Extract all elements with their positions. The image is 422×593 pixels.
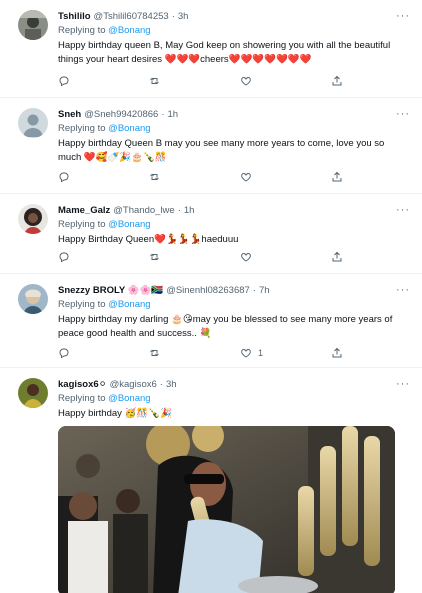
display-name[interactable]: Sneh: [58, 108, 81, 121]
replying-to: Replying to @Bonang: [58, 122, 410, 135]
more-options-icon[interactable]: ···: [396, 378, 410, 390]
reply-tweet[interactable]: kagisox6⚪ @kagisox6 · 3h ··· Replying to…: [0, 368, 422, 593]
reply-icon[interactable]: [58, 170, 70, 184]
replying-label: Replying to: [58, 219, 106, 230]
replying-label: Replying to: [58, 25, 106, 36]
more-options-icon[interactable]: ···: [396, 10, 410, 22]
timestamp[interactable]: 1h: [168, 108, 179, 121]
action-bar: 1: [58, 346, 358, 360]
replying-label: Replying to: [58, 123, 106, 134]
reply-tweet[interactable]: Tshililo @Tshilil60784253 · 3h ··· Reply…: [0, 0, 422, 98]
share-icon[interactable]: [331, 74, 343, 88]
user-handle[interactable]: @kagisox6: [110, 378, 157, 391]
reply-tweet[interactable]: Sneh @Sneh99420866 · 1h ··· Replying to …: [0, 98, 422, 194]
display-name[interactable]: kagisox6⚪: [58, 378, 107, 391]
separator-dot: ·: [252, 285, 256, 296]
share-icon[interactable]: [331, 250, 343, 264]
timestamp[interactable]: 1h: [184, 204, 195, 217]
tweet-text: Happy birthday my darling 🎂😘may you be b…: [58, 314, 393, 339]
like-icon[interactable]: 1: [240, 346, 263, 360]
tweet-text: Happy birthday 🥳🎊🍾🎉: [58, 408, 172, 419]
retweet-icon[interactable]: [149, 170, 161, 184]
mention-link[interactable]: @Bonang: [108, 25, 150, 36]
mention-link[interactable]: @Bonang: [108, 299, 150, 310]
separator-dot: ·: [177, 205, 181, 216]
reply-icon[interactable]: [58, 74, 70, 88]
tweet-media-image[interactable]: [58, 426, 395, 593]
display-name[interactable]: Tshililo: [58, 10, 91, 23]
timestamp[interactable]: 7h: [259, 284, 270, 297]
avatar[interactable]: [18, 108, 48, 138]
separator-dot: ·: [159, 379, 163, 390]
tweet-text: Happy birthday Queen B may you see many …: [58, 138, 385, 163]
reply-timeline: Tshililo @Tshilil60784253 · 3h ··· Reply…: [0, 0, 422, 593]
tweet-text: Happy Birthday Queen❤️💃💃💃haeduuu: [58, 234, 239, 245]
user-handle[interactable]: @Sneh99420866: [84, 108, 158, 121]
replying-to: Replying to @Bonang: [58, 298, 410, 311]
like-count: 1: [258, 348, 264, 358]
mention-link[interactable]: @Bonang: [108, 123, 150, 134]
reply-tweet[interactable]: Mame_Galz @Thando_lwe · 1h ··· Replying …: [0, 194, 422, 274]
avatar[interactable]: [18, 10, 48, 40]
action-bar: [58, 170, 358, 184]
mention-link[interactable]: @Bonang: [108, 219, 150, 230]
user-handle[interactable]: @Sinenhl08263687: [166, 284, 250, 297]
replying-to: Replying to @Bonang: [58, 218, 410, 231]
replying-label: Replying to: [58, 393, 106, 404]
more-options-icon[interactable]: ···: [396, 284, 410, 296]
display-name[interactable]: Snezzy BROLY 🌸🌸🇿🇦: [58, 284, 163, 297]
retweet-icon[interactable]: [149, 74, 161, 88]
like-icon[interactable]: [240, 250, 258, 264]
action-bar: [58, 74, 358, 88]
reply-icon[interactable]: [58, 346, 70, 360]
share-icon[interactable]: [331, 346, 343, 360]
action-bar: [58, 250, 358, 264]
retweet-icon[interactable]: [149, 250, 161, 264]
like-icon[interactable]: [240, 74, 258, 88]
replying-label: Replying to: [58, 299, 106, 310]
replying-to: Replying to @Bonang: [58, 24, 410, 37]
separator-dot: ·: [171, 11, 175, 22]
like-icon[interactable]: [240, 170, 258, 184]
reply-icon[interactable]: [58, 250, 70, 264]
reply-tweet[interactable]: Snezzy BROLY 🌸🌸🇿🇦 @Sinenhl08263687 · 7h …: [0, 274, 422, 368]
avatar[interactable]: [18, 284, 48, 314]
user-handle[interactable]: @Tshilil60784253: [94, 10, 169, 23]
separator-dot: ·: [161, 109, 165, 120]
retweet-icon[interactable]: [149, 346, 161, 360]
replying-to: Replying to @Bonang: [58, 392, 410, 405]
share-icon[interactable]: [331, 170, 343, 184]
avatar[interactable]: [18, 204, 48, 234]
tweet-text: Happy birthday queen B, May God keep on …: [58, 40, 391, 65]
more-options-icon[interactable]: ···: [396, 204, 410, 216]
user-handle[interactable]: @Thando_lwe: [113, 204, 174, 217]
avatar[interactable]: [18, 378, 48, 408]
mention-link[interactable]: @Bonang: [108, 393, 150, 404]
display-name[interactable]: Mame_Galz: [58, 204, 110, 217]
more-options-icon[interactable]: ···: [396, 108, 410, 120]
timestamp[interactable]: 3h: [178, 10, 189, 23]
timestamp[interactable]: 3h: [166, 378, 177, 391]
